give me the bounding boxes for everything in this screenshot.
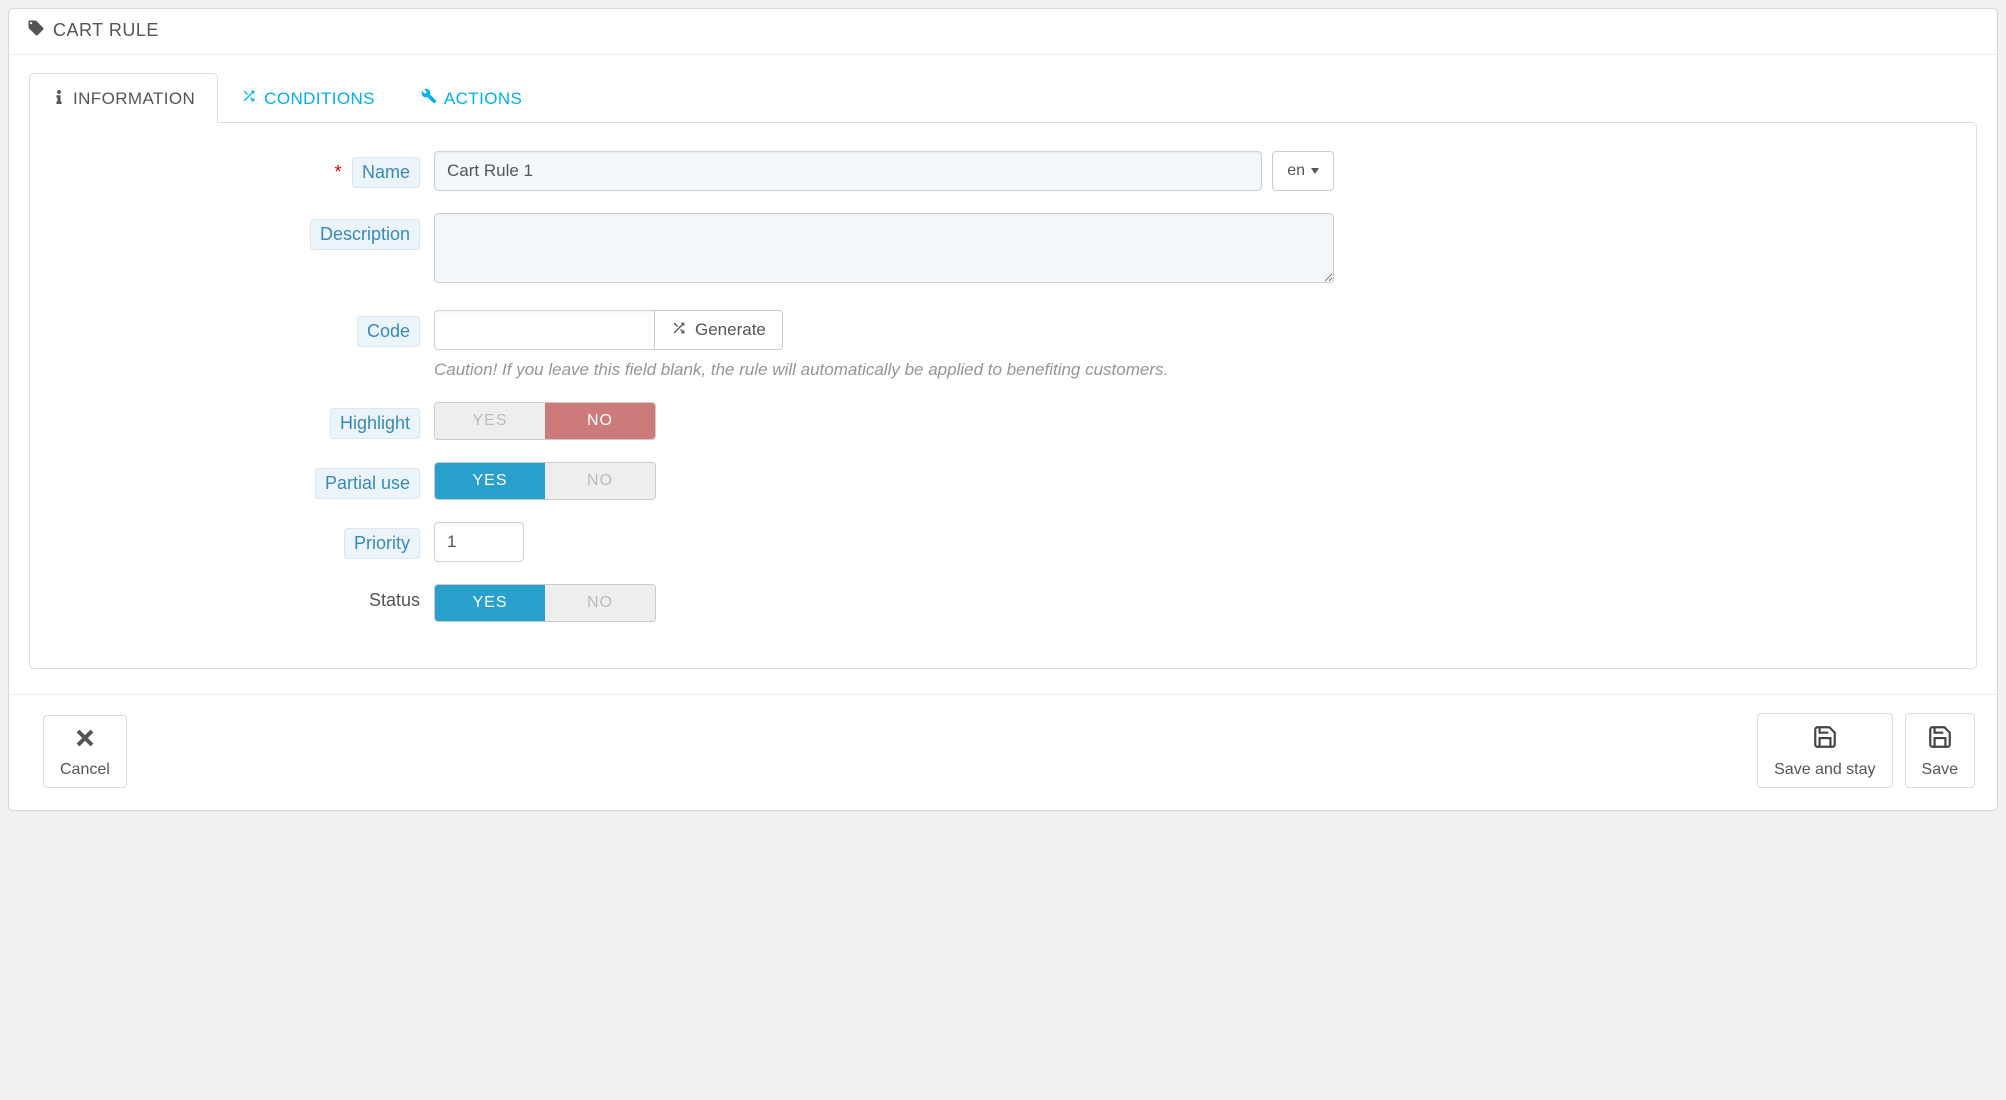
label-status: Status [369, 590, 420, 610]
tab-label: ACTIONS [444, 89, 522, 109]
highlight-toggle[interactable]: YES NO [434, 402, 656, 440]
row-highlight: Highlight YES NO [60, 402, 1946, 440]
label-highlight: Highlight [330, 408, 420, 439]
priority-input[interactable] [434, 522, 524, 562]
caret-down-icon [1311, 168, 1319, 174]
shuffle-icon [671, 320, 687, 341]
shuffle-icon [241, 88, 257, 109]
name-input[interactable] [434, 151, 1262, 191]
partial-use-toggle[interactable]: YES NO [434, 462, 656, 500]
label-priority: Priority [344, 528, 420, 559]
row-description: Description [60, 213, 1946, 288]
tab-conditions[interactable]: CONDITIONS [218, 73, 398, 123]
wrench-icon [421, 88, 437, 109]
button-label: Save [1922, 761, 1958, 779]
button-label: Cancel [60, 761, 110, 779]
tab-label: INFORMATION [73, 89, 195, 109]
button-label: Save and stay [1774, 761, 1875, 779]
toggle-no[interactable]: NO [545, 585, 655, 621]
row-priority: Priority [60, 522, 1946, 562]
panel-heading: CART RULE [9, 9, 1997, 55]
language-dropdown[interactable]: en [1272, 151, 1334, 191]
row-name: * Name en [60, 151, 1946, 191]
label-partial-use: Partial use [315, 468, 420, 499]
toggle-no[interactable]: NO [545, 463, 655, 499]
save-and-stay-button[interactable]: Save and stay [1757, 713, 1892, 788]
tab-actions[interactable]: ACTIONS [398, 73, 545, 123]
generate-label: Generate [695, 320, 766, 340]
toggle-yes[interactable]: YES [435, 403, 545, 439]
label-code: Code [357, 316, 420, 347]
row-status: Status YES NO [60, 584, 1946, 622]
info-icon [52, 89, 66, 109]
label-name: Name [352, 157, 420, 188]
code-input[interactable] [434, 310, 654, 350]
tab-pane-information: * Name en Description [29, 122, 1977, 669]
save-button[interactable]: Save [1905, 713, 1975, 788]
toggle-yes[interactable]: YES [435, 463, 545, 499]
row-partial-use: Partial use YES NO [60, 462, 1946, 500]
save-icon [1812, 724, 1838, 757]
cancel-button[interactable]: Cancel [43, 715, 127, 788]
description-input[interactable] [434, 213, 1334, 283]
label-description: Description [310, 219, 420, 250]
close-icon [73, 726, 97, 757]
tabs: INFORMATION CONDITIONS ACTIONS [29, 73, 1977, 123]
tag-icon [27, 19, 45, 42]
tab-information[interactable]: INFORMATION [29, 73, 218, 123]
status-toggle[interactable]: YES NO [434, 584, 656, 622]
tab-label: CONDITIONS [264, 89, 375, 109]
code-help-text: Caution! If you leave this field blank, … [434, 360, 1334, 380]
required-star: * [335, 162, 342, 182]
generate-button[interactable]: Generate [654, 310, 783, 350]
panel-title: CART RULE [53, 20, 159, 41]
row-code: Code Generate Caution! If you leave this… [60, 310, 1946, 380]
save-icon [1927, 724, 1953, 757]
cart-rule-panel: CART RULE INFORMATION CONDITIONS ACTIONS… [8, 8, 1998, 811]
language-label: en [1287, 162, 1305, 180]
toggle-yes[interactable]: YES [435, 585, 545, 621]
toggle-no[interactable]: NO [545, 403, 655, 439]
panel-footer: Cancel Save and stay Save [9, 694, 1997, 810]
